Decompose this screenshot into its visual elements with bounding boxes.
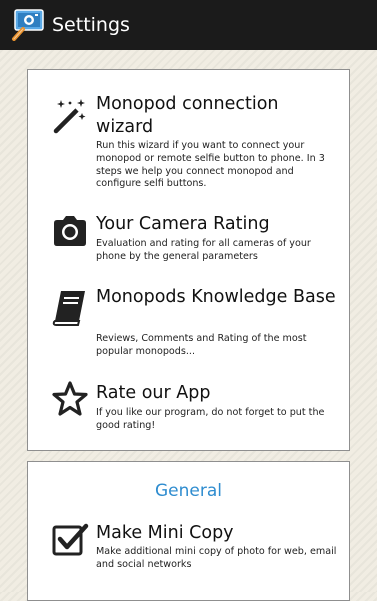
menu-item-description: Run this wizard if you want to connect y… [96, 140, 325, 190]
camera-icon [54, 216, 86, 246]
magic-wand-icon [53, 99, 86, 134]
page-title: Settings [52, 14, 130, 36]
selfie-stick-camera-icon[interactable] [11, 9, 45, 41]
menu-item-title: Rate our App [96, 383, 211, 403]
section-title-general: General [155, 481, 222, 501]
main-menu-card: Monopod connection wizard Run this wizar… [27, 69, 350, 451]
menu-item-description: If you like our program, do not forget t… [96, 407, 325, 431]
menu-item-title: Your Camera Rating [96, 214, 270, 234]
menu-item-connection-wizard[interactable]: Monopod connection wizard Run this wizar… [28, 70, 349, 192]
checkbox-checked-icon[interactable] [51, 520, 89, 558]
book-icon [52, 291, 85, 326]
general-settings-card: General Make Mini Copy Make additional m… [27, 461, 350, 601]
menu-item-knowledge-base[interactable]: Monopods Knowledge Base Reviews, Comment… [28, 280, 349, 365]
menu-item-description: Evaluation and rating for all cameras of… [96, 238, 311, 262]
menu-item-title: Monopod connection wizard [96, 94, 279, 137]
star-icon [52, 381, 88, 416]
setting-make-mini-copy[interactable]: Make Mini Copy Make additional mini copy… [28, 514, 349, 584]
setting-description: Make additional mini copy of photo for w… [96, 546, 337, 570]
menu-item-description: Reviews, Comments and Rating of the most… [96, 333, 307, 357]
menu-item-camera-rating[interactable]: Your Camera Rating Evaluation and rating… [28, 200, 349, 270]
setting-title: Make Mini Copy [96, 523, 234, 543]
menu-item-rate-app[interactable]: Rate our App If you like our program, do… [28, 373, 349, 443]
menu-item-title: Monopods Knowledge Base [96, 287, 336, 307]
app-bar: Settings [0, 0, 377, 50]
